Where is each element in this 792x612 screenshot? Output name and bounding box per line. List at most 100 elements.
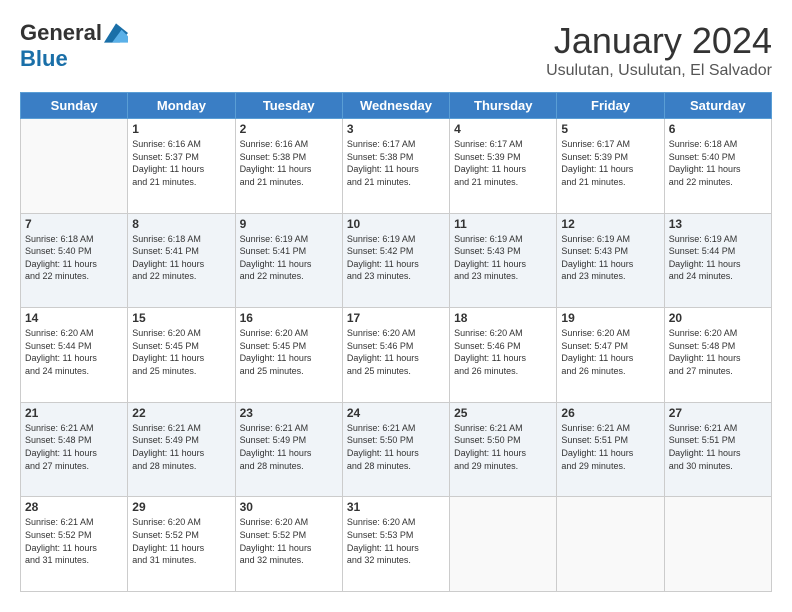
calendar-cell: 29 Sunrise: 6:20 AMSunset: 5:52 PMDayligh… <box>128 497 235 592</box>
calendar-cell: 14Sunrise: 6:20 AMSunset: 5:44 PMDayligh… <box>21 308 128 403</box>
day-number: 25 <box>454 406 552 420</box>
logo-icon <box>104 23 128 43</box>
calendar-cell: 25 Sunrise: 6:21 AMSunset: 5:50 PMDayligh… <box>450 402 557 497</box>
day-number: 3 <box>347 122 445 136</box>
day-number: 29 <box>132 500 230 514</box>
day-info: Sunrise: 6:21 AMSunset: 5:50 PMDaylight:… <box>454 422 552 472</box>
calendar-week-row: 1 Sunrise: 6:16 AMSunset: 5:37 PMDaylight… <box>21 119 772 214</box>
calendar-cell: 7 Sunrise: 6:18 AMSunset: 5:40 PMDaylight… <box>21 213 128 308</box>
day-info: Sunrise: 6:21 AMSunset: 5:52 PMDaylight:… <box>25 516 123 566</box>
day-info: Sunrise: 6:20 AMSunset: 5:46 PMDaylight:… <box>347 327 445 377</box>
title-block: January 2024 Usulutan, Usulutan, El Salv… <box>546 20 772 80</box>
page: General Blue January 2024 Usulutan, Usul… <box>0 0 792 612</box>
day-info: Sunrise: 6:20 AMSunset: 5:46 PMDaylight:… <box>454 327 552 377</box>
calendar-cell: 15 Sunrise: 6:20 AMSunset: 5:45 PMDayligh… <box>128 308 235 403</box>
day-number: 4 <box>454 122 552 136</box>
day-info: Sunrise: 6:17 AMSunset: 5:39 PMDaylight:… <box>454 138 552 188</box>
calendar-cell: 22Sunrise: 6:21 AMSunset: 5:49 PMDayligh… <box>128 402 235 497</box>
day-info: Sunrise: 6:21 AMSunset: 5:49 PMDaylight:… <box>240 422 338 472</box>
day-info: Sunrise: 6:21 AMSunset: 5:50 PMDaylight:… <box>347 422 445 472</box>
calendar-cell: 21 Sunrise: 6:21 AMSunset: 5:48 PMDayligh… <box>21 402 128 497</box>
day-number: 2 <box>240 122 338 136</box>
day-number: 7 <box>25 217 123 231</box>
calendar-cell: 17 Sunrise: 6:20 AMSunset: 5:46 PMDayligh… <box>342 308 449 403</box>
calendar-cell: 11 Sunrise: 6:19 AMSunset: 5:43 PMDayligh… <box>450 213 557 308</box>
day-info: Sunrise: 6:21 AMSunset: 5:51 PMDaylight:… <box>669 422 767 472</box>
day-number: 12 <box>561 217 659 231</box>
calendar-week-row: 14Sunrise: 6:20 AMSunset: 5:44 PMDayligh… <box>21 308 772 403</box>
day-info: Sunrise: 6:18 AMSunset: 5:40 PMDaylight:… <box>25 233 123 283</box>
day-number: 5 <box>561 122 659 136</box>
calendar-table: Sunday Monday Tuesday Wednesday Thursday… <box>20 92 772 592</box>
header-sunday: Sunday <box>21 93 128 119</box>
day-info: Sunrise: 6:19 AMSunset: 5:44 PMDaylight:… <box>669 233 767 283</box>
day-info: Sunrise: 6:19 AMSunset: 5:43 PMDaylight:… <box>561 233 659 283</box>
day-number: 30 <box>240 500 338 514</box>
calendar-cell: 20Sunrise: 6:20 AMSunset: 5:48 PMDayligh… <box>664 308 771 403</box>
day-number: 28 <box>25 500 123 514</box>
calendar-cell: 31 Sunrise: 6:20 AMSunset: 5:53 PMDayligh… <box>342 497 449 592</box>
calendar-week-row: 7 Sunrise: 6:18 AMSunset: 5:40 PMDaylight… <box>21 213 772 308</box>
logo: General Blue <box>20 20 128 72</box>
day-info: Sunrise: 6:17 AMSunset: 5:39 PMDaylight:… <box>561 138 659 188</box>
day-info: Sunrise: 6:16 AMSunset: 5:37 PMDaylight:… <box>132 138 230 188</box>
logo-text: General <box>20 20 128 46</box>
calendar-cell <box>450 497 557 592</box>
logo-general: General <box>20 20 102 46</box>
day-number: 31 <box>347 500 445 514</box>
calendar-cell: 23 Sunrise: 6:21 AMSunset: 5:49 PMDayligh… <box>235 402 342 497</box>
day-info: Sunrise: 6:20 AMSunset: 5:45 PMDaylight:… <box>240 327 338 377</box>
day-info: Sunrise: 6:20 AMSunset: 5:53 PMDaylight:… <box>347 516 445 566</box>
day-number: 23 <box>240 406 338 420</box>
calendar-cell: 27 Sunrise: 6:21 AMSunset: 5:51 PMDayligh… <box>664 402 771 497</box>
day-number: 13 <box>669 217 767 231</box>
day-info: Sunrise: 6:20 AMSunset: 5:45 PMDaylight:… <box>132 327 230 377</box>
day-number: 21 <box>25 406 123 420</box>
day-number: 10 <box>347 217 445 231</box>
day-number: 1 <box>132 122 230 136</box>
day-info: Sunrise: 6:20 AMSunset: 5:52 PMDaylight:… <box>240 516 338 566</box>
calendar-cell: 6Sunrise: 6:18 AMSunset: 5:40 PMDaylight… <box>664 119 771 214</box>
calendar-cell: 4 Sunrise: 6:17 AMSunset: 5:39 PMDaylight… <box>450 119 557 214</box>
day-info: Sunrise: 6:20 AMSunset: 5:44 PMDaylight:… <box>25 327 123 377</box>
weekday-header-row: Sunday Monday Tuesday Wednesday Thursday… <box>21 93 772 119</box>
location: Usulutan, Usulutan, El Salvador <box>546 62 772 80</box>
calendar-cell: 28 Sunrise: 6:21 AMSunset: 5:52 PMDayligh… <box>21 497 128 592</box>
day-number: 22 <box>132 406 230 420</box>
day-number: 26 <box>561 406 659 420</box>
day-info: Sunrise: 6:20 AMSunset: 5:52 PMDaylight:… <box>132 516 230 566</box>
day-info: Sunrise: 6:21 AMSunset: 5:51 PMDaylight:… <box>561 422 659 472</box>
calendar-cell: 19 Sunrise: 6:20 AMSunset: 5:47 PMDayligh… <box>557 308 664 403</box>
calendar-cell: 26 Sunrise: 6:21 AMSunset: 5:51 PMDayligh… <box>557 402 664 497</box>
header: General Blue January 2024 Usulutan, Usul… <box>20 20 772 80</box>
header-wednesday: Wednesday <box>342 93 449 119</box>
day-info: Sunrise: 6:19 AMSunset: 5:42 PMDaylight:… <box>347 233 445 283</box>
day-number: 20 <box>669 311 767 325</box>
day-info: Sunrise: 6:16 AMSunset: 5:38 PMDaylight:… <box>240 138 338 188</box>
calendar-week-row: 28 Sunrise: 6:21 AMSunset: 5:52 PMDayligh… <box>21 497 772 592</box>
calendar-cell: 8 Sunrise: 6:18 AMSunset: 5:41 PMDaylight… <box>128 213 235 308</box>
day-number: 18 <box>454 311 552 325</box>
calendar-cell <box>664 497 771 592</box>
calendar-cell <box>21 119 128 214</box>
day-number: 15 <box>132 311 230 325</box>
day-info: Sunrise: 6:18 AMSunset: 5:41 PMDaylight:… <box>132 233 230 283</box>
header-saturday: Saturday <box>664 93 771 119</box>
header-tuesday: Tuesday <box>235 93 342 119</box>
day-info: Sunrise: 6:19 AMSunset: 5:43 PMDaylight:… <box>454 233 552 283</box>
day-info: Sunrise: 6:20 AMSunset: 5:47 PMDaylight:… <box>561 327 659 377</box>
calendar-cell: 12 Sunrise: 6:19 AMSunset: 5:43 PMDayligh… <box>557 213 664 308</box>
day-number: 16 <box>240 311 338 325</box>
day-number: 27 <box>669 406 767 420</box>
day-number: 11 <box>454 217 552 231</box>
day-number: 9 <box>240 217 338 231</box>
day-info: Sunrise: 6:21 AMSunset: 5:48 PMDaylight:… <box>25 422 123 472</box>
calendar-cell: 13 Sunrise: 6:19 AMSunset: 5:44 PMDayligh… <box>664 213 771 308</box>
calendar-week-row: 21 Sunrise: 6:21 AMSunset: 5:48 PMDayligh… <box>21 402 772 497</box>
day-number: 8 <box>132 217 230 231</box>
calendar-cell: 10 Sunrise: 6:19 AMSunset: 5:42 PMDayligh… <box>342 213 449 308</box>
day-number: 19 <box>561 311 659 325</box>
day-number: 24 <box>347 406 445 420</box>
day-number: 17 <box>347 311 445 325</box>
month-title: January 2024 <box>546 20 772 62</box>
